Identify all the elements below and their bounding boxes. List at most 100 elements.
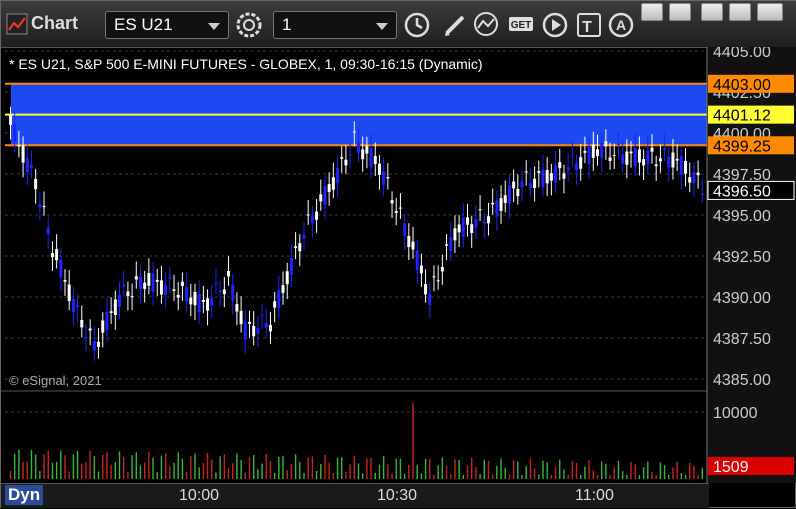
candle-body [260,314,264,316]
copyright: © eSignal, 2021 [9,373,102,388]
price-chart[interactable]: 4405.004402.504400.004397.504395.004392.… [1,47,796,509]
maximize-button[interactable] [729,3,751,21]
candle-body [642,159,646,166]
candle-body [92,340,96,351]
candle-body [428,293,432,305]
window-title: Chart [31,13,79,33]
dynamic-mode-button[interactable]: Dyn [5,485,44,505]
toolbar: Chart ES U21 1 GET T A [1,1,796,48]
alert-icon[interactable]: A [607,11,635,39]
candle-body [201,300,205,302]
candle-body [600,142,604,158]
svg-text:T: T [582,19,592,36]
candle-body [562,173,566,179]
candle-body [151,273,155,292]
price-axis: 4405.004402.504400.004397.504395.004392.… [706,47,796,483]
candle-body [386,177,390,179]
candle-body [394,211,398,213]
candle-body [138,276,142,290]
candle-body [398,207,402,209]
candle-body [466,217,470,225]
candle-body [71,298,75,313]
candle-body [512,181,516,189]
level-value: 4399.25 [713,138,771,155]
candle-body [180,281,184,287]
candle-body [264,323,268,328]
price-tick: 4390.00 [713,290,771,307]
price-tick: 4387.50 [713,331,771,348]
candle-body [294,246,298,249]
get-data-icon[interactable]: GET [507,11,535,39]
text-tool-icon[interactable]: T [575,11,603,39]
candle-body [76,304,80,308]
candle-body [185,286,189,302]
window-restore-button[interactable] [669,3,691,21]
candle-body [268,324,272,332]
study-icon[interactable] [473,11,501,39]
svg-text:GET: GET [511,20,532,31]
candle-body [675,158,679,161]
candle-body [34,178,38,190]
candle-body [637,149,641,163]
candle-body [243,321,247,340]
time-tick: 10:00 [179,487,220,504]
candle-body [503,195,507,203]
candle-body [17,145,21,147]
pencil-draw-icon[interactable] [441,11,469,39]
candle-body [558,162,562,169]
candle-body [130,296,134,298]
volume-value: 1509 [713,459,749,476]
candle-body [193,292,197,306]
candle-body [650,147,654,152]
candle-body [164,285,168,296]
candle-body [252,325,256,337]
settings-gear-icon[interactable] [235,11,263,39]
candle-body [55,249,59,261]
candle-body [214,283,218,285]
chevron-down-icon[interactable] [208,23,220,30]
candle-body [524,171,528,173]
candle-body [679,156,683,175]
candle-body [633,147,637,167]
candle-body [344,159,348,166]
candle-body [105,311,109,331]
candle-body [440,267,444,272]
candle-body [608,157,612,162]
play-icon[interactable] [541,11,569,39]
candle-body [336,168,340,184]
candle-body [407,235,411,247]
candle-body [88,328,92,331]
clock-icon[interactable] [403,11,431,39]
candle-body [50,253,54,258]
candle-body [310,215,314,224]
level-value: 4396.50 [713,183,771,200]
chevron-down-icon[interactable] [376,23,388,30]
candle-body [21,145,25,163]
minimize-button[interactable] [701,3,723,21]
candle-body [218,290,222,293]
candle-body [499,198,503,211]
window-menu-button[interactable] [641,3,663,21]
price-tick: 4405.00 [713,47,771,61]
candle-body [445,244,449,246]
close-button[interactable] [757,3,783,21]
candle-body [365,146,369,154]
candle-body [696,172,700,176]
interval-value: 1 [282,15,292,34]
candle-body [663,148,667,150]
candle-body [432,276,436,278]
candle-body [227,270,231,277]
candle-body [331,177,335,190]
candle-body [604,141,608,147]
interval-combo[interactable]: 1 [273,11,397,39]
symbol-combo[interactable]: ES U21 [105,11,229,39]
volume-bars [9,403,704,479]
candle-body [654,164,658,167]
candle-body [298,243,302,252]
candle-body [621,154,625,164]
candle-body [176,294,180,298]
candle-body [579,157,583,169]
candle-body [281,285,285,293]
candle-body [461,217,465,237]
candle-body [453,228,457,241]
